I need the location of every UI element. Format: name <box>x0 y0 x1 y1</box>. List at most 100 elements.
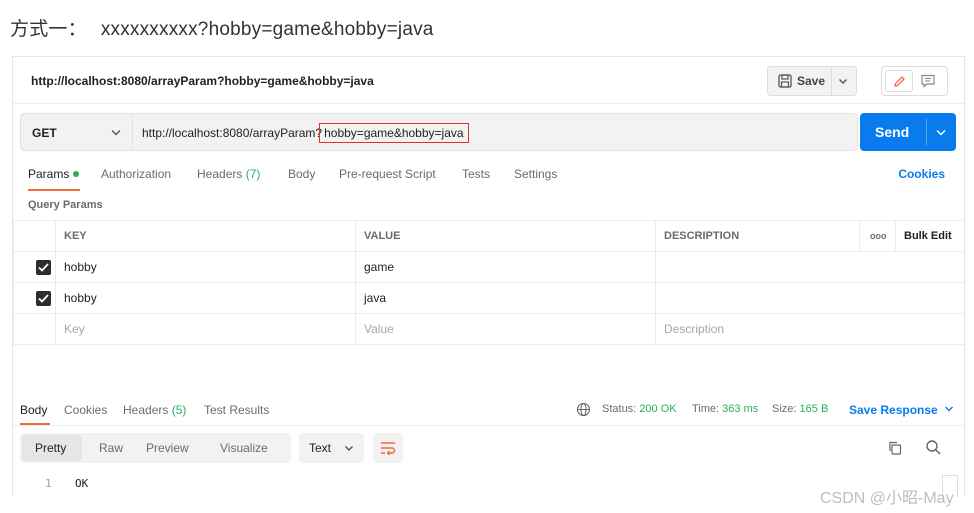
tab-response-body[interactable]: Body <box>20 403 47 417</box>
method-value: GET <box>32 126 57 140</box>
tab-params-label: Params <box>28 167 70 181</box>
chevron-down-icon[interactable] <box>837 75 849 87</box>
send-divider <box>926 119 927 145</box>
line-number: 1 <box>45 477 52 490</box>
tab-headers-label: Headers <box>197 167 243 181</box>
view-raw[interactable]: Raw <box>99 441 123 455</box>
header-key: KEY <box>55 220 356 252</box>
save-button-group: Save <box>767 66 857 96</box>
format-value: Text <box>309 441 332 455</box>
send-button[interactable]: Send <box>860 113 956 151</box>
chevron-down-icon <box>944 406 953 412</box>
request-tabs: Params Authorization Headers (7) Body Pr… <box>13 165 964 191</box>
param-checkbox[interactable] <box>36 290 51 306</box>
value-placeholder[interactable]: Value <box>355 313 656 345</box>
time-label: Time: <box>692 403 720 415</box>
tab-params[interactable]: Params <box>28 167 80 181</box>
send-button-label: Send <box>875 124 910 140</box>
tab-prerequest[interactable]: Pre-request Script <box>339 167 436 181</box>
request-tab-title[interactable]: http://localhost:8080/arrayParam?hobby=g… <box>31 74 374 88</box>
view-preview[interactable]: Preview <box>146 441 189 455</box>
param-key[interactable]: hobby <box>55 251 356 283</box>
request-bar: GET http://localhost:8080/arrayParam? hob… <box>20 113 858 151</box>
tab-response-headers-count: (5) <box>171 403 187 417</box>
save-response-label: Save Response <box>849 403 938 417</box>
url-query-highlight: hobby=game&hobby=java <box>319 123 469 143</box>
tab-authorization[interactable]: Authorization <box>101 167 171 181</box>
edit-button[interactable] <box>885 70 913 92</box>
method-select[interactable]: GET <box>21 114 133 150</box>
url-base: http://localhost:8080/arrayParam? <box>142 126 323 140</box>
save-button-label: Save <box>797 74 826 88</box>
response-tabs: Body Cookies Headers (5) Test Results St… <box>13 395 964 425</box>
active-tab-underline <box>28 189 80 191</box>
tab-tests[interactable]: Tests <box>462 167 490 181</box>
cookies-link[interactable]: Cookies <box>898 167 945 181</box>
format-select[interactable]: Text <box>299 433 364 463</box>
view-toggle-group <box>881 66 948 96</box>
caption-label: 方式一： <box>10 19 87 40</box>
tab-response-headers[interactable]: Headers (5) <box>123 403 186 417</box>
more-options-button[interactable]: ooo <box>859 220 896 252</box>
param-description[interactable] <box>655 251 964 283</box>
save-response-button[interactable]: Save Response <box>849 403 954 417</box>
key-placeholder[interactable]: Key <box>55 313 356 345</box>
view-visualize[interactable]: Visualize <box>220 441 268 455</box>
param-value[interactable]: game <box>355 251 656 283</box>
checkmark-icon <box>38 294 49 303</box>
chevron-down-icon[interactable] <box>935 128 947 138</box>
param-description[interactable] <box>655 282 964 314</box>
request-tab-row: http://localhost:8080/arrayParam?hobby=g… <box>13 57 964 104</box>
header-check-cell <box>13 220 56 252</box>
response-line: OK <box>75 477 89 490</box>
pencil-icon <box>894 76 905 87</box>
save-icon <box>778 74 792 88</box>
tab-headers-count: (7) <box>245 167 261 181</box>
header-description: DESCRIPTION <box>655 220 860 252</box>
caption: 方式一： xxxxxxxxxx?hobby=game&hobby=java <box>10 14 434 41</box>
comment-icon[interactable] <box>920 73 936 89</box>
globe-icon[interactable] <box>576 402 591 417</box>
description-placeholder[interactable]: Description <box>655 313 964 345</box>
param-value[interactable]: java <box>355 282 656 314</box>
checkmark-icon <box>38 263 49 272</box>
view-pretty-label: Pretty <box>35 441 67 455</box>
chevron-down-icon <box>111 130 121 136</box>
watermark: CSDN @小昭-May <box>820 490 954 507</box>
url-input[interactable]: http://localhost:8080/arrayParam? hobby=g… <box>142 123 469 143</box>
wrap-lines-button[interactable] <box>373 433 403 463</box>
tab-settings[interactable]: Settings <box>514 167 557 181</box>
save-button[interactable]: Save <box>768 67 832 95</box>
size-label: Size: <box>772 403 797 415</box>
header-value: VALUE <box>355 220 656 252</box>
chevron-down-icon <box>345 446 353 451</box>
time-value: 363 ms <box>722 403 759 415</box>
size-value: 165 B <box>799 403 829 415</box>
status-label: Status: <box>602 403 637 415</box>
params-header-row: KEY VALUE DESCRIPTION ooo Bulk Edit <box>13 220 964 252</box>
view-pretty[interactable]: Pretty <box>22 435 82 461</box>
tab-test-results[interactable]: Test Results <box>204 403 269 417</box>
view-mode-bar: Pretty Raw Preview Visualize <box>20 433 291 463</box>
query-params-title: Query Params <box>28 199 103 211</box>
param-key[interactable]: hobby <box>55 282 356 314</box>
table-row: hobby java <box>13 282 964 314</box>
active-dot <box>73 171 80 177</box>
tab-body[interactable]: Body <box>288 167 315 181</box>
table-row: hobby game <box>13 251 964 283</box>
param-checkbox[interactable] <box>36 259 51 275</box>
postman-window: http://localhost:8080/arrayParam?hobby=g… <box>12 56 965 497</box>
bulk-edit-button[interactable]: Bulk Edit <box>895 220 964 252</box>
response-divider <box>13 425 964 426</box>
tab-response-cookies[interactable]: Cookies <box>64 403 107 417</box>
size-readout[interactable]: Size: 165 B <box>772 403 828 415</box>
caption-url: xxxxxxxxxx?hobby=game&hobby=java <box>100 19 434 40</box>
params-table: KEY VALUE DESCRIPTION ooo Bulk Edit hobb… <box>13 220 964 345</box>
table-row-placeholder: Key Value Description <box>13 313 964 345</box>
copy-icon[interactable] <box>887 440 903 456</box>
time-readout[interactable]: Time: 363 ms <box>692 403 758 415</box>
status-readout[interactable]: Status: 200 OK <box>602 403 677 415</box>
search-icon[interactable] <box>925 439 942 456</box>
tab-headers[interactable]: Headers (7) <box>197 167 260 181</box>
tab-response-headers-label: Headers <box>123 403 169 417</box>
